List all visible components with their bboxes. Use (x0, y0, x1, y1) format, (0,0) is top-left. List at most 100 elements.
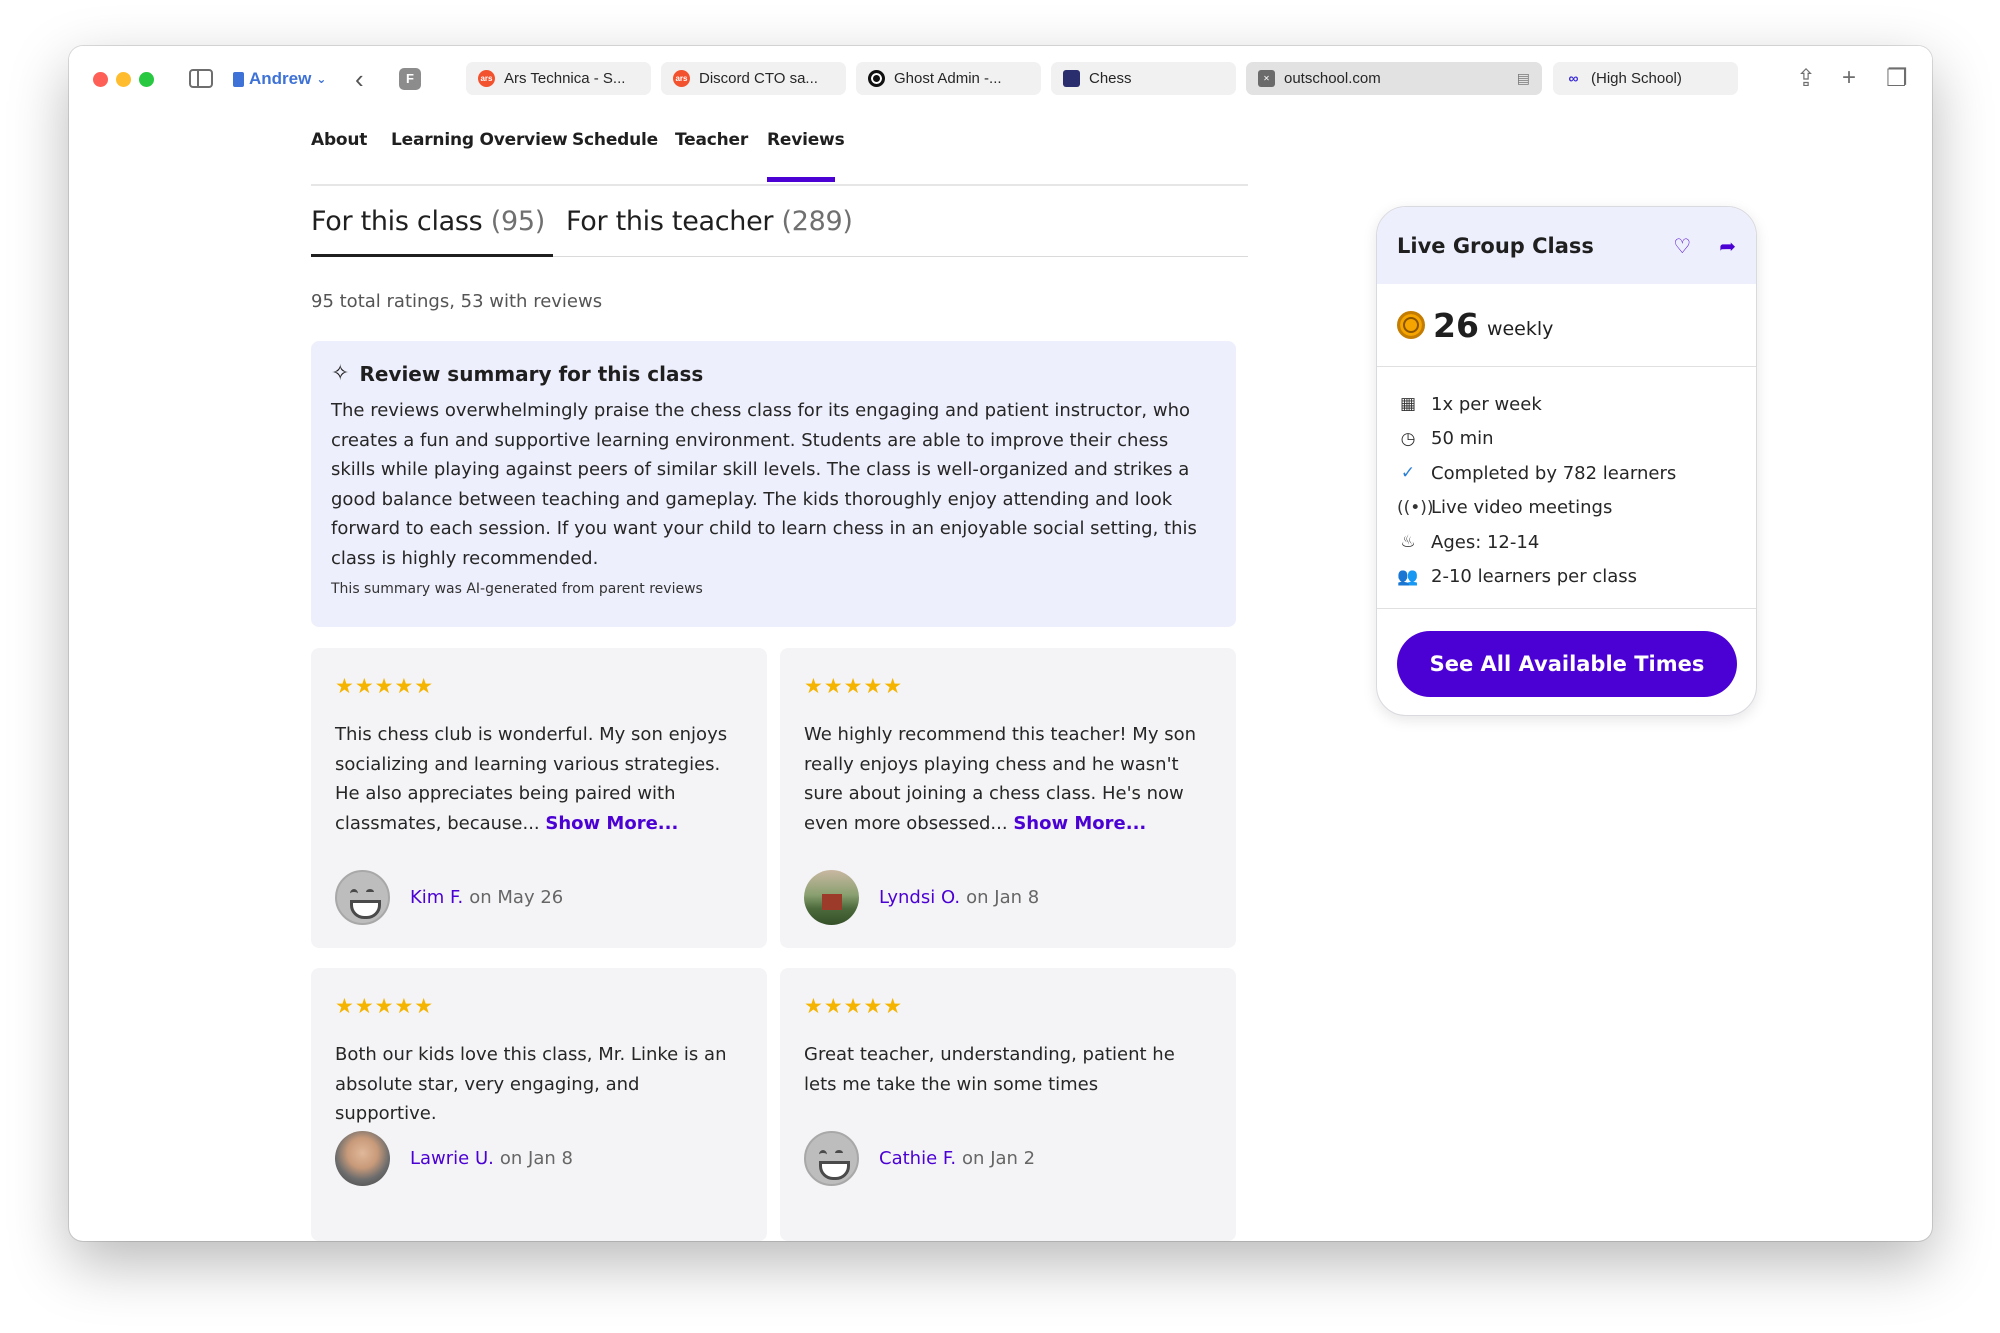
review-summary: ✧ Review summary for this class The revi… (311, 341, 1236, 627)
link-icon: ∞ (1568, 70, 1579, 86)
tab-ghost-admin[interactable]: Ghost Admin -... (856, 62, 1041, 95)
close-icon[interactable]: ✕ (1258, 70, 1275, 87)
price-row: 26 weekly (1377, 284, 1756, 367)
browser-toolbar: Andrew ⌄ ‹ F ars Ars Technica - S... ars… (69, 46, 1932, 108)
detail-text: Ages: 12-14 (1431, 531, 1540, 553)
minimize-window-button[interactable] (116, 72, 131, 87)
reviewer: Kim F. on May 26 (335, 870, 563, 925)
nav-learning-overview[interactable]: Learning Overview (391, 130, 568, 150)
star-rating: ★★★★★ (335, 994, 435, 1018)
reviewer: Lawrie U. on Jan 8 (335, 1131, 573, 1186)
tab-label: For this class (311, 206, 483, 237)
tab-title: Discord CTO sa... (699, 70, 818, 87)
broadcast-icon: ((•)) (1397, 497, 1434, 518)
sidebar-toggle-icon[interactable] (189, 69, 213, 88)
avatar (804, 1131, 859, 1186)
zoom-window-button[interactable] (139, 72, 154, 87)
tab-overview-icon[interactable]: ❐ (1886, 64, 1908, 93)
show-more-link[interactable]: Show More... (545, 813, 678, 834)
profile-switcher[interactable]: Andrew ⌄ (233, 67, 326, 91)
profile-icon (233, 71, 244, 87)
detail-frequency: ▦ 1x per week (1397, 387, 1736, 422)
review-date: on Jan 2 (962, 1148, 1036, 1169)
class-details: ▦ 1x per week ◷ 50 min ✓ Completed by 78… (1377, 367, 1756, 609)
tab-outschool[interactable]: ✕ outschool.com ▤ (1246, 62, 1542, 95)
ars-icon: ars (673, 70, 690, 87)
summary-body: The reviews overwhelmingly praise the ch… (331, 400, 1197, 569)
reviewer-name-link[interactable]: Kim F. (410, 887, 463, 908)
reviewer-name-link[interactable]: Cathie F. (879, 1148, 956, 1169)
nav-schedule[interactable]: Schedule (572, 130, 658, 150)
people-icon: 👥 (1397, 566, 1419, 587)
heart-icon[interactable]: ♡ (1673, 234, 1691, 258)
class-type-title: Live Group Class (1397, 233, 1594, 258)
calendar-icon: ▦ (1399, 394, 1417, 415)
tab-reviews-for-class[interactable]: For this class (95) (311, 206, 545, 237)
ghost-icon (868, 70, 885, 87)
review-tab-active-indicator (311, 254, 553, 257)
avatar (335, 1131, 390, 1186)
review-text: Great teacher, understanding, patient he… (804, 1040, 1212, 1099)
detail-ages: ♨ Ages: 12-14 (1397, 525, 1736, 560)
tab-title: Chess (1089, 70, 1132, 87)
pinned-tab-icon[interactable]: F (399, 68, 421, 90)
tab-title: outschool.com (1284, 70, 1381, 87)
review-body: Both our kids love this class, Mr. Linke… (335, 1044, 727, 1124)
review-date: on Jan 8 (966, 887, 1040, 908)
see-all-times-button[interactable]: See All Available Times (1397, 631, 1737, 697)
reviewer: Lyndsi O. on Jan 8 (804, 870, 1039, 925)
tab-count: (95) (490, 206, 546, 237)
chess-icon (1063, 70, 1080, 87)
review-text: This chess club is wonderful. My son enj… (335, 720, 743, 838)
tab-discord-cto[interactable]: ars Discord CTO sa... (661, 62, 846, 95)
close-window-button[interactable] (93, 72, 108, 87)
tab-reviews-for-teacher[interactable]: For this teacher (289) (566, 206, 853, 237)
tab-title: (High School) (1591, 70, 1682, 87)
reader-icon[interactable]: ▤ (1517, 70, 1530, 87)
show-more-link[interactable]: Show More... (1013, 813, 1146, 834)
tab-title: Ars Technica - S... (504, 70, 626, 87)
detail-format: ((•)) Live video meetings (1397, 491, 1736, 526)
booking-card-header: Live Group Class ♡ ➦ (1377, 207, 1756, 284)
nav-reviews[interactable]: Reviews (767, 130, 845, 150)
tab-high-school[interactable]: ∞ (High School) (1553, 62, 1738, 95)
share-arrow-icon[interactable]: ➦ (1719, 234, 1736, 258)
reviewer: Cathie F. on Jan 2 (804, 1131, 1035, 1186)
share-icon[interactable]: ⇪ (1796, 64, 1816, 93)
new-tab-icon[interactable]: + (1842, 64, 1856, 92)
review-card: ★★★★★ This chess club is wonderful. My s… (311, 648, 767, 948)
tab-chess[interactable]: Chess (1051, 62, 1236, 95)
avatar (335, 870, 390, 925)
detail-text: Live video meetings (1431, 497, 1613, 519)
review-date: on May 26 (469, 887, 564, 908)
star-rating: ★★★★★ (804, 994, 904, 1018)
review-text: Both our kids love this class, Mr. Linke… (335, 1040, 743, 1129)
tab-title: Ghost Admin -... (894, 70, 1002, 87)
check-icon: ✓ (1400, 463, 1416, 484)
ratings-count: 95 total ratings, 53 with reviews (311, 291, 603, 312)
reviewer-name-link[interactable]: Lawrie U. (410, 1148, 494, 1169)
detail-text: 50 min (1431, 428, 1494, 450)
tab-ars-technica[interactable]: ars Ars Technica - S... (466, 62, 651, 95)
back-arrow-icon[interactable]: ‹ (355, 64, 364, 95)
star-rating: ★★★★★ (804, 674, 904, 698)
review-card: ★★★★★ Both our kids love this class, Mr.… (311, 968, 767, 1241)
nav-about[interactable]: About (311, 130, 367, 150)
summary-title: Review summary for this class (359, 361, 704, 386)
sparkle-icon: ✧ (331, 361, 350, 386)
detail-text: 1x per week (1431, 393, 1542, 415)
price-unit: weekly (1486, 318, 1554, 340)
nav-active-indicator (767, 177, 835, 182)
detail-text: 2-10 learners per class (1431, 566, 1638, 588)
ars-icon: ars (478, 70, 495, 87)
review-card: ★★★★★ Great teacher, understanding, pati… (780, 968, 1236, 1241)
reviewer-name-link[interactable]: Lyndsi O. (879, 887, 960, 908)
star-rating: ★★★★★ (335, 674, 435, 698)
nav-teacher[interactable]: Teacher (675, 130, 748, 150)
price-amount: 26 (1433, 305, 1479, 345)
review-text: We highly recommend this teacher! My son… (804, 720, 1212, 838)
nav-divider (311, 184, 1248, 186)
detail-text: Completed by 782 learners (1431, 462, 1677, 484)
detail-duration: ◷ 50 min (1397, 422, 1736, 457)
cake-icon: ♨ (1400, 532, 1416, 553)
